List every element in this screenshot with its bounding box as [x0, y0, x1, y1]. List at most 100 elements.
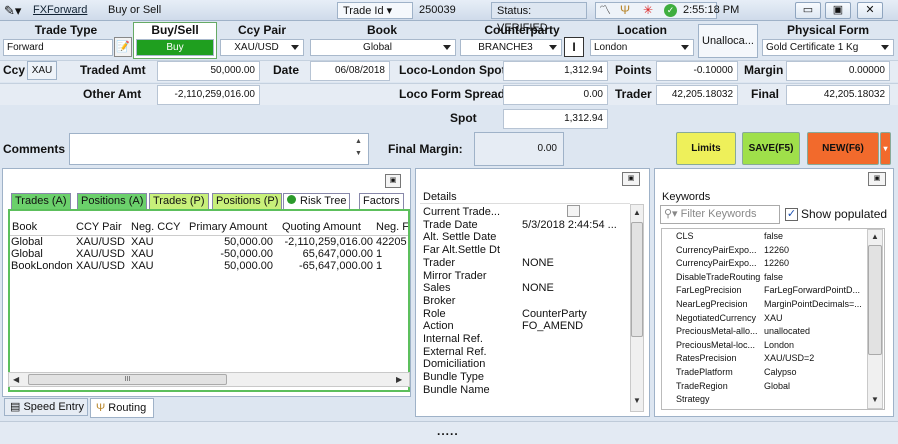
- scroll-left-icon[interactable]: ◀: [13, 376, 19, 384]
- limits-button[interactable]: Limits: [676, 132, 736, 165]
- grid-cell: XAU/USD: [76, 249, 125, 260]
- speed-entry-icon: ▤: [10, 401, 21, 413]
- keywords-scroll-down-icon[interactable]: ▼: [871, 396, 879, 404]
- app-link[interactable]: FXForward: [33, 2, 87, 19]
- grid-cell: XAU/USD: [76, 261, 125, 272]
- notepad-icon[interactable]: 📝: [114, 37, 132, 57]
- col-ccy-pair[interactable]: CCY Pair: [76, 219, 122, 235]
- tab-routing[interactable]: Ψ Routing: [90, 398, 154, 418]
- col-primary-amount[interactable]: Primary Amount: [189, 219, 267, 235]
- details-scroll-thumb[interactable]: [631, 222, 643, 337]
- splitter-handle[interactable]: .....: [437, 424, 459, 438]
- chart-icon[interactable]: 〽: [599, 2, 611, 19]
- keywords-scroll-thumb[interactable]: [868, 245, 882, 355]
- keyword-value[interactable]: 12260: [764, 245, 865, 255]
- current-trade-checkbox[interactable]: [567, 205, 580, 217]
- book-dropdown[interactable]: Global: [310, 39, 456, 56]
- keyword-value[interactable]: Global: [764, 381, 865, 391]
- unallocated-button[interactable]: Unalloca...: [698, 24, 758, 58]
- app-menu-icon[interactable]: ✎▾: [4, 2, 21, 19]
- tab-factors[interactable]: Factors: [359, 193, 404, 210]
- col-book[interactable]: Book: [12, 219, 37, 235]
- text-cursor-icon[interactable]: I: [564, 37, 584, 57]
- maximize-button[interactable]: ▣: [825, 2, 851, 19]
- date-field[interactable]: 06/08/2018: [310, 61, 390, 81]
- tab-risk-tree[interactable]: Risk Tree: [283, 193, 351, 210]
- check-icon: ✓: [664, 4, 677, 17]
- show-populated-checkbox[interactable]: ✓: [785, 208, 798, 221]
- col-quoting-amount[interactable]: Quoting Amount: [282, 219, 361, 235]
- clock-time: 2:55:18 PM: [683, 4, 740, 16]
- buy-sell-field[interactable]: Buy: [136, 39, 214, 56]
- spot-field[interactable]: 1,312.94: [503, 109, 608, 129]
- trade-id-dropdown[interactable]: Trade Id ▾: [337, 2, 413, 19]
- details-menu-icon[interactable]: ▣: [622, 172, 640, 186]
- minimize-button[interactable]: ▭: [795, 2, 821, 19]
- keywords-menu-icon[interactable]: ▣: [868, 172, 886, 186]
- filter-keywords-input[interactable]: ⚲▾ Filter Keywords: [660, 205, 780, 224]
- close-button[interactable]: ✕: [857, 2, 883, 19]
- physical-form-dropdown[interactable]: Gold Certificate 1 Kg: [762, 39, 894, 56]
- points-label: Points: [615, 63, 652, 77]
- tab-speed-entry[interactable]: ▤ Speed Entry: [4, 398, 88, 416]
- risk-tree-icon: [287, 195, 296, 204]
- tab-positions-a[interactable]: Positions (A): [77, 193, 148, 210]
- trade-type-field[interactable]: Forward: [3, 39, 113, 56]
- keyword-value[interactable]: 12260: [764, 258, 865, 268]
- keyword-value[interactable]: MarginPointDecimals=...: [764, 299, 865, 309]
- location-dropdown[interactable]: London: [590, 39, 694, 56]
- keyword-value[interactable]: false: [764, 231, 865, 241]
- ccy-field[interactable]: XAU: [27, 61, 57, 80]
- comments-input[interactable]: [69, 133, 369, 165]
- details-value[interactable]: CounterParty: [522, 309, 627, 320]
- book-header: Book: [367, 23, 397, 37]
- comments-spinner[interactable]: ▲ ▼: [355, 136, 362, 160]
- loco-london-spot-field[interactable]: 1,312.94: [503, 61, 608, 81]
- new-dropdown-arrow[interactable]: ▾: [880, 132, 891, 165]
- keyword-value[interactable]: XAU: [764, 313, 865, 323]
- traded-amt-field[interactable]: 50,000.00: [157, 61, 260, 81]
- margin-field[interactable]: 0.00000: [786, 61, 890, 81]
- panel-menu-icon[interactable]: ▣: [385, 174, 401, 188]
- col-neg-f[interactable]: Neg. F: [376, 219, 408, 235]
- keyword-value[interactable]: London: [764, 340, 865, 350]
- other-amt-field[interactable]: -2,110,259,016.00: [157, 85, 260, 105]
- trader-field[interactable]: 42,205.18032: [656, 85, 738, 105]
- ccy-pair-dropdown[interactable]: XAU/USD: [220, 39, 304, 56]
- keyword-value[interactable]: XAU/USD=2: [764, 353, 865, 363]
- details-value[interactable]: NONE: [522, 258, 627, 269]
- details-scroll-up-icon[interactable]: ▲: [633, 209, 641, 217]
- details-value[interactable]: NONE: [522, 283, 627, 294]
- keyword-value[interactable]: Calypso: [764, 367, 865, 377]
- grid-cell: XAU/USD: [76, 237, 125, 248]
- status-badge: Status: VERIFIED: [491, 2, 587, 34]
- table-row[interactable]: Global XAU/USD XAU -50,000.00 65,647,000.00 1: [10, 249, 408, 261]
- asterisk-icon[interactable]: ✳: [643, 2, 653, 19]
- grid-cell: -2,110,259,016.00: [284, 237, 373, 248]
- points-field[interactable]: -0.10000: [656, 61, 738, 81]
- keyword-value[interactable]: false: [764, 272, 865, 282]
- tab-trades-p[interactable]: Trades (P): [149, 193, 209, 210]
- final-field[interactable]: 42,205.18032: [786, 85, 890, 105]
- details-title: Details: [423, 191, 457, 203]
- tab-positions-p[interactable]: Positions (P): [212, 193, 283, 210]
- keywords-scroll-up-icon[interactable]: ▲: [871, 233, 879, 241]
- new-button[interactable]: NEW(F6): [807, 132, 879, 165]
- col-neg-ccy[interactable]: Neg. CCY: [131, 219, 181, 235]
- keyword-value[interactable]: FarLegForwardPointD...: [764, 285, 865, 295]
- details-label: Sales: [423, 282, 451, 295]
- keyword-value[interactable]: unallocated: [764, 326, 865, 336]
- loco-form-spread-field[interactable]: 0.00: [503, 85, 608, 105]
- details-scroll-down-icon[interactable]: ▼: [633, 397, 641, 405]
- tab-trades-a[interactable]: Trades (A): [11, 193, 71, 210]
- keyword-name: CurrencyPairExpo...: [676, 258, 757, 269]
- scroll-thumb[interactable]: III: [28, 374, 227, 385]
- routing-icon[interactable]: Ψ: [620, 2, 630, 19]
- scroll-right-icon[interactable]: ▶: [396, 376, 402, 384]
- table-row[interactable]: Global XAU/USD XAU 50,000.00 -2,110,259,016.…: [10, 237, 408, 249]
- details-value[interactable]: 5/3/2018 2:44:54 ...: [522, 220, 627, 231]
- details-value[interactable]: FO_AMEND: [522, 321, 627, 332]
- counterparty-dropdown[interactable]: BRANCHE3: [460, 39, 562, 56]
- table-row[interactable]: BookLondon XAU/USD XAU 50,000.00 -65,647,000…: [10, 261, 408, 273]
- save-button[interactable]: SAVE(F5): [742, 132, 800, 165]
